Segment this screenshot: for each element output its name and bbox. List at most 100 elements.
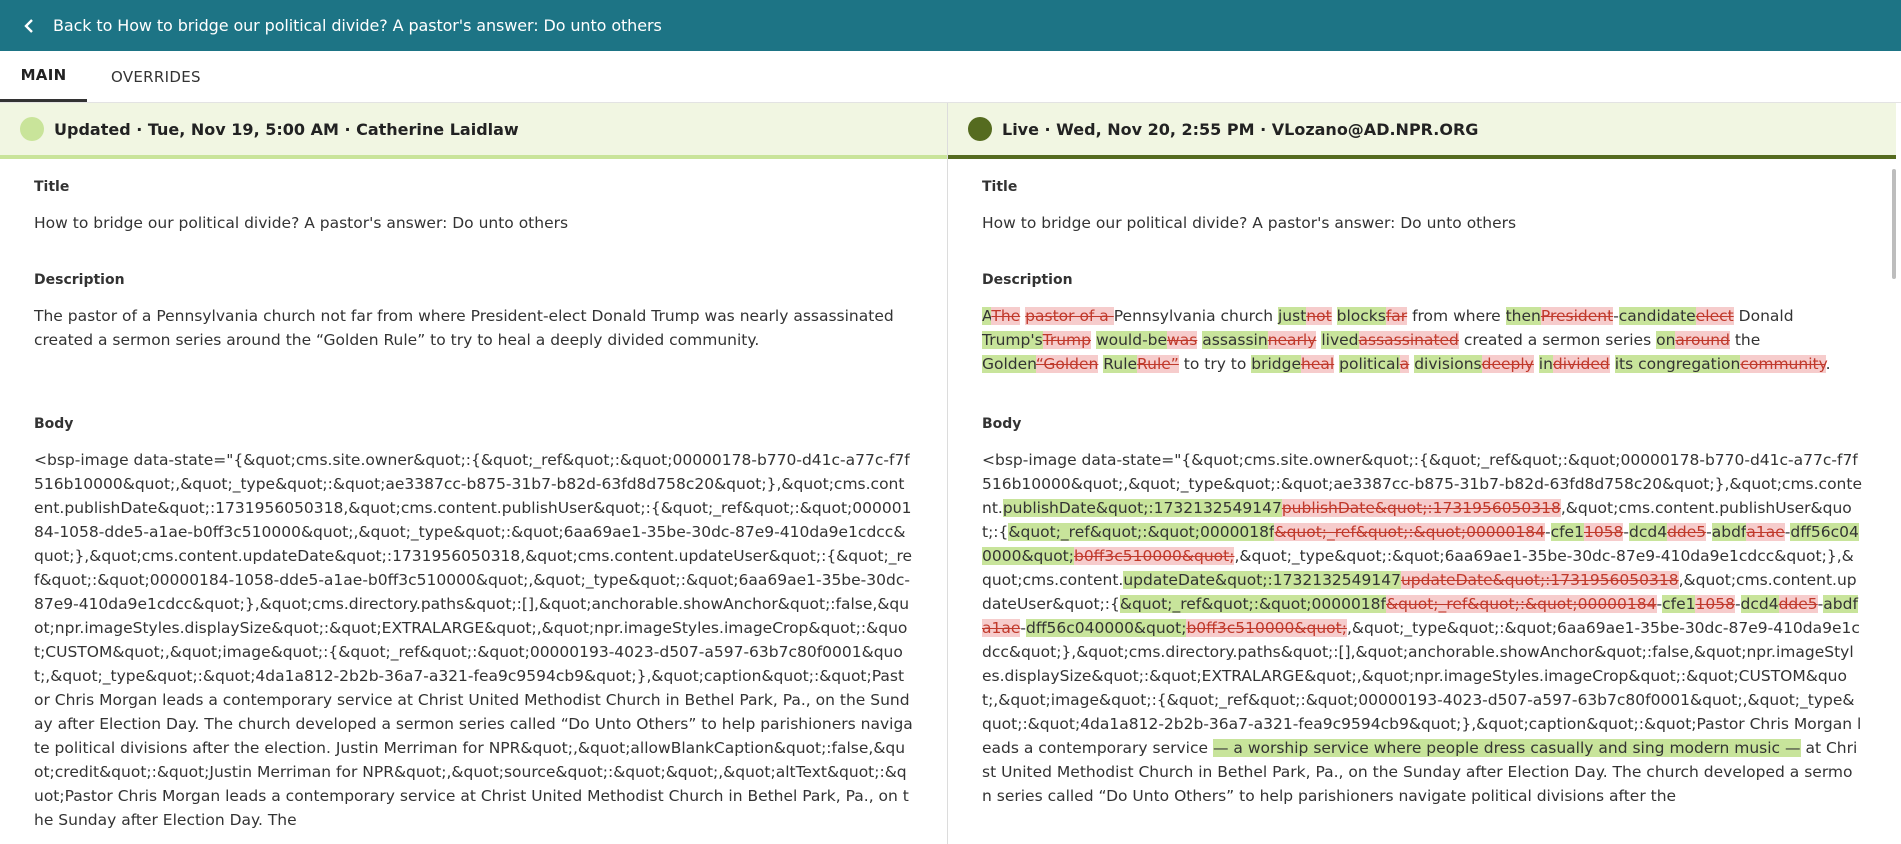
deleted-text: “Golden (1035, 355, 1099, 373)
deleted-text: a (1399, 355, 1410, 373)
deleted-text: Trump (1042, 331, 1091, 349)
unchanged-text: ,&quot;_type&quot;:&quot;6aa69ae1-35be-3… (982, 619, 1862, 757)
right-pane-content: Title How to bridge our political divide… (948, 159, 1896, 808)
live-status-dot (968, 117, 992, 141)
inserted-text: abdf (1823, 595, 1858, 613)
inserted-text: Golden (982, 355, 1036, 373)
deleted-text: community (1740, 355, 1826, 373)
inserted-text: &quot;_ref&quot;:&quot;0000018f (1119, 595, 1386, 613)
back-link[interactable]: Back to How to bridge our political divi… (22, 16, 662, 35)
deleted-text: was (1167, 331, 1198, 349)
deleted-text: updateDate&quot;:1731956050318 (1400, 571, 1679, 589)
back-link-label: Back to How to bridge our political divi… (53, 16, 662, 35)
inserted-text: then (1505, 307, 1541, 325)
deleted-text: a1ae (982, 619, 1021, 637)
deleted-text: dde5 (1778, 595, 1818, 613)
deleted-text: The (991, 307, 1021, 325)
top-bar: Back to How to bridge our political divi… (0, 0, 1901, 51)
inserted-text: blocks (1336, 307, 1386, 325)
unchanged-text: to try to (1178, 355, 1252, 373)
inserted-text: &quot;_ref&quot;:&quot;0000018f (1008, 523, 1275, 541)
inserted-text: cfe1 (1550, 523, 1584, 541)
deleted-text: around (1675, 331, 1730, 349)
diff-panes: Updated · Tue, Nov 19, 5:00 AM · Catheri… (0, 103, 1897, 844)
left-pane-header: Updated · Tue, Nov 19, 5:00 AM · Catheri… (0, 103, 947, 159)
body-label: Body (34, 416, 74, 432)
inserted-text: candidate (1618, 307, 1696, 325)
inserted-text: A (982, 307, 992, 325)
inserted-text: cfe1 (1662, 595, 1696, 613)
right-pane-status: Live · Wed, Nov 20, 2:55 PM · VLozano@AD… (1002, 119, 1479, 139)
unchanged-text: - (1544, 523, 1551, 541)
deleted-text: far (1385, 307, 1408, 325)
deleted-text: 1058 (1583, 523, 1624, 541)
deleted-text: divided (1552, 355, 1610, 373)
title-label: Title (34, 179, 70, 195)
deleted-text: &quot;_ref&quot;:&quot;00000184 (1386, 595, 1657, 613)
description-label: Description (982, 272, 1073, 288)
title-label: Title (982, 179, 1018, 195)
unchanged-text: from where (1407, 307, 1506, 325)
tab-overrides[interactable]: OVERRIDES (87, 51, 219, 102)
deleted-text: heal (1301, 355, 1335, 373)
body-value: <bsp-image data-state="{&quot;cms.site.o… (34, 451, 913, 829)
left-pane-content: Title How to bridge our political divide… (0, 159, 947, 832)
body-diff: <bsp-image data-state="{&quot;cms.site.o… (982, 448, 1862, 808)
unchanged-text (1332, 307, 1337, 325)
inserted-text: divisions (1414, 355, 1482, 373)
unchanged-text (1610, 355, 1615, 373)
unchanged-text: the (1729, 331, 1761, 349)
right-pane-live: Live · Wed, Nov 20, 2:55 PM · VLozano@AD… (948, 103, 1896, 844)
inserted-text: political (1339, 355, 1400, 373)
tab-main[interactable]: MAIN (0, 51, 87, 102)
deleted-text: publishDate&quot;:1731956050318 (1281, 499, 1561, 517)
inserted-text: just (1277, 307, 1307, 325)
unchanged-text: created a sermon series (1458, 331, 1657, 349)
inserted-text: its congregation (1614, 355, 1741, 373)
inserted-text: updateDate&quot;:1732132549147 (1123, 571, 1401, 589)
chevron-left-icon (24, 18, 33, 33)
deleted-text: not (1306, 307, 1332, 325)
unchanged-text: - (1734, 595, 1741, 613)
inserted-text: on (1656, 331, 1676, 349)
inserted-text: dcd4 (1740, 595, 1779, 613)
deleted-text: nearly (1267, 331, 1317, 349)
description-diff: AThe pastor of a Pennsylvania church jus… (982, 304, 1862, 376)
deleted-text: deeply (1481, 355, 1534, 373)
left-pane-updated: Updated · Tue, Nov 19, 5:00 AM · Catheri… (0, 103, 948, 844)
inserted-text: dff56c040000&quot; (1026, 619, 1187, 637)
unchanged-text: - (1706, 523, 1712, 541)
deleted-text: assassinated (1358, 331, 1459, 349)
scrollbar-thumb[interactable] (1892, 169, 1896, 279)
description-value: The pastor of a Pennsylvania church not … (34, 307, 894, 349)
updated-status-dot (20, 117, 44, 141)
deleted-text: &quot;_ref&quot;:&quot;00000184 (1274, 523, 1545, 541)
inserted-text: bridge (1251, 355, 1302, 373)
unchanged-text: Pennsylvania church (1113, 307, 1278, 325)
title-value: How to bridge our political divide? A pa… (982, 214, 1517, 232)
deleted-text: President (1540, 307, 1614, 325)
deleted-text: b0ff3c510000&quot; (1073, 547, 1235, 565)
inserted-text: Rule (1103, 355, 1138, 373)
tab-bar: MAIN OVERRIDES (0, 51, 1901, 103)
inserted-text: abdf (1711, 523, 1747, 541)
unchanged-text: - (1613, 307, 1619, 325)
deleted-text: Rule” (1137, 355, 1179, 373)
inserted-text: in (1538, 355, 1553, 373)
body-label: Body (982, 416, 1022, 432)
deleted-text: pastor of a (1025, 307, 1114, 325)
unchanged-text: . (1825, 355, 1831, 373)
inserted-text: would-be (1095, 331, 1168, 349)
inserted-text: publishDate&quot;:1732132549147 (1002, 499, 1282, 517)
inserted-text: dcd4 (1629, 523, 1668, 541)
description-label: Description (34, 272, 125, 288)
inserted-text: — a worship service where people dress c… (1212, 739, 1801, 757)
inserted-text: assassin (1202, 331, 1268, 349)
inserted-text: Trump's (982, 331, 1043, 349)
inserted-text: lived (1321, 331, 1359, 349)
deleted-text: a1ae (1746, 523, 1785, 541)
unchanged-text: Donald (1733, 307, 1794, 325)
left-pane-status: Updated · Tue, Nov 19, 5:00 AM · Catheri… (54, 119, 519, 139)
right-pane-header: Live · Wed, Nov 20, 2:55 PM · VLozano@AD… (948, 103, 1896, 159)
deleted-text: 1058 (1695, 595, 1735, 613)
